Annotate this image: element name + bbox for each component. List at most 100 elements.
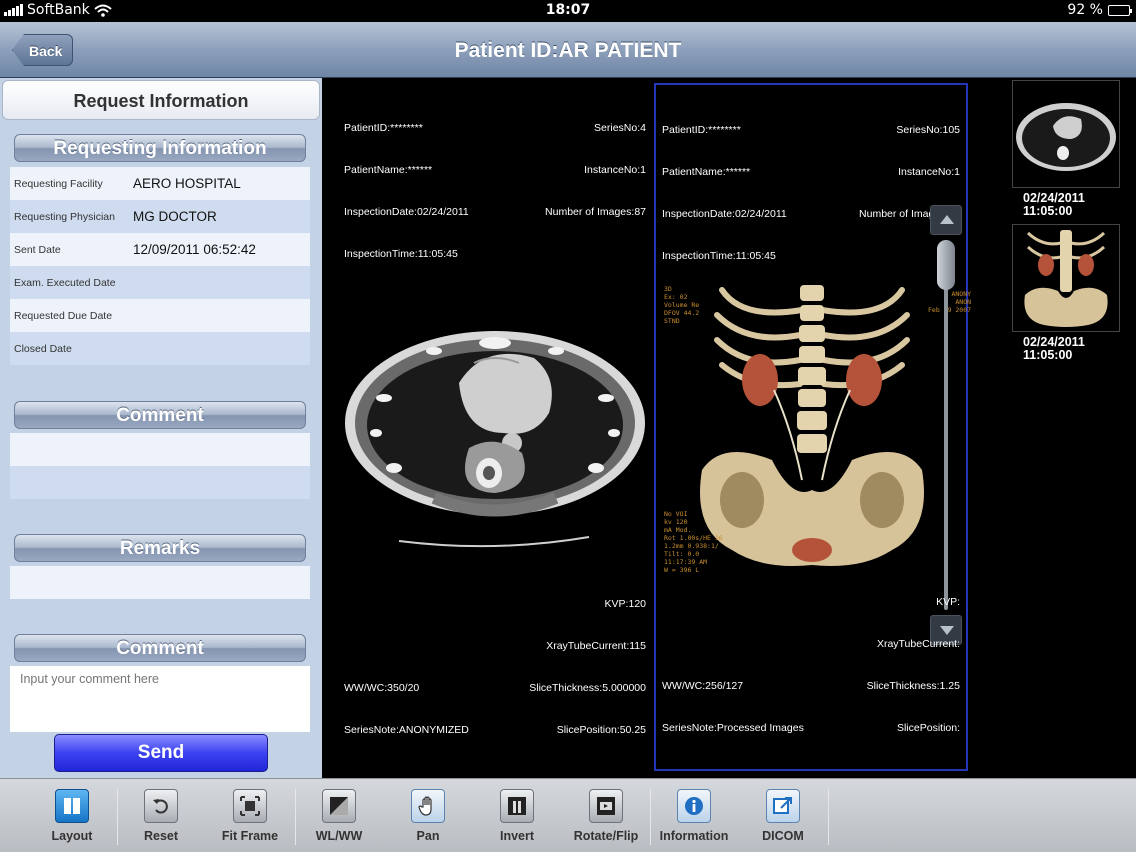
overlay-text: WW/WC:256/127 <box>662 680 744 692</box>
overlay-text: InstanceNo:1 <box>898 166 960 178</box>
info-label: Requesting Physician <box>14 210 115 223</box>
rotate-flip-button[interactable]: Rotate/Flip <box>562 787 650 849</box>
overlay-text: InspectionDate:02/24/2011 <box>662 208 787 220</box>
pan-button[interactable]: Pan <box>384 787 472 849</box>
send-button[interactable]: Send <box>54 734 268 772</box>
overlay-text: Number of Images:87 <box>545 206 646 218</box>
overlay-text: XrayTubeCurrent:115 <box>546 640 646 652</box>
fit-frame-button[interactable]: Fit Frame <box>206 787 294 849</box>
dicom-button[interactable]: DICOM <box>739 787 827 849</box>
overlay-text: SlicePosition:50.25 <box>556 724 646 736</box>
overlay-text: KVP:120 <box>604 598 646 610</box>
tool-label: Reset <box>143 829 179 843</box>
info-value: AERO HOSPITAL <box>133 176 241 191</box>
invert-icon <box>500 789 534 823</box>
series-thumbnails: 02/24/2011 11:05:00 02/24/2011 11:05:00 <box>994 78 1136 778</box>
image-viewer-axial[interactable]: PatientID:******** PatientName:****** In… <box>338 83 652 771</box>
tool-label: Invert <box>499 829 535 843</box>
axial-ct-image <box>345 331 645 548</box>
overlay-bottom-right: KVP: XrayTubeCurrent: SliceThickness:1.2… <box>867 567 960 763</box>
series-thumbnail-volume[interactable] <box>1012 224 1120 332</box>
status-right: 92 % <box>1067 2 1132 18</box>
vr-annotation-top-left: 3D Ex: 02 Volume Re DFOV 44.2 STND <box>664 285 700 325</box>
comment-section-button[interactable]: Comment <box>14 401 306 429</box>
back-button[interactable]: Back <box>12 34 74 66</box>
vr-annotation-bottom-left: No VOI kv 120 mA Mod. Rot 1.00s/HE 16 1.… <box>664 510 723 574</box>
overlay-top-left: PatientID:******** PatientName:****** In… <box>344 93 469 289</box>
comment-input[interactable] <box>10 666 310 732</box>
vr-annotation-top-right: ANONY ANON Feb 19 2007 <box>928 290 972 314</box>
comment-input-section-button[interactable]: Comment <box>14 634 306 662</box>
tool-label: Rotate/Flip <box>573 829 639 843</box>
information-button[interactable]: Information <box>650 787 738 849</box>
comment-row-2 <box>10 466 310 499</box>
info-row-requesting-physician: Requesting Physician MG DOCTOR <box>10 200 310 233</box>
window-level-button[interactable]: WL/WW <box>295 787 383 849</box>
app-root: SoftBank 18:07 92 % Patient ID:AR PATIEN… <box>0 0 1136 852</box>
info-row-closed-date: Closed Date <box>10 332 310 365</box>
info-label: Exam. Executed Date <box>14 276 116 289</box>
reset-icon <box>144 789 178 823</box>
bottom-toolbar: Layout Reset Fit Frame WL/WW Pan Invert … <box>0 778 1136 852</box>
tool-label: WL/WW <box>315 829 363 843</box>
thumbnail-time: 11:05:00 <box>1023 204 1073 218</box>
window-level-icon <box>322 789 356 823</box>
tool-label: DICOM <box>762 829 804 843</box>
tool-label: Fit Frame <box>221 829 279 843</box>
info-label: Requested Due Date <box>14 309 113 322</box>
requesting-information-section-button[interactable]: Requesting Information <box>14 134 306 162</box>
tool-label: Layout <box>51 829 93 843</box>
thumbnail-timestamp: 02/24/2011 11:05:00 <box>1023 336 1085 362</box>
layout-icon <box>55 789 89 823</box>
remarks-section-button[interactable]: Remarks <box>14 534 306 562</box>
overlay-text: WW/WC:350/20 <box>344 682 420 694</box>
overlay-text: KVP: <box>936 596 960 608</box>
remarks-row <box>10 566 310 599</box>
request-information-panel: Request Information Requesting Informati… <box>0 78 322 778</box>
overlay-bottom-left: WW/WC:350/20 SeriesNote:ANONYMIZED <box>344 653 469 765</box>
comment-row-1 <box>10 433 310 466</box>
overlay-text: SliceThickness:5.000000 <box>529 682 646 694</box>
overlay-text: InstanceNo:1 <box>584 164 646 176</box>
invert-button[interactable]: Invert <box>473 787 561 849</box>
battery-icon <box>1108 4 1132 16</box>
axial-thumbnail-image <box>1013 81 1119 187</box>
overlay-top-right: SeriesNo:4 InstanceNo:1 Number of Images… <box>545 93 646 247</box>
overlay-text: SeriesNo:4 <box>594 122 646 134</box>
page-title: Patient ID:AR PATIENT <box>454 39 682 62</box>
series-thumbnail-axial[interactable] <box>1012 80 1120 188</box>
image-scrollbar-thumb[interactable] <box>937 240 955 290</box>
status-bar: SoftBank 18:07 92 % <box>0 0 1136 22</box>
panel-header: Request Information <box>2 80 320 120</box>
layout-button[interactable]: Layout <box>28 787 116 849</box>
overlay-text: SeriesNote:ANONYMIZED <box>344 724 469 736</box>
fit-frame-icon <box>233 789 267 823</box>
overlay-top-left: PatientID:******** PatientName:****** In… <box>662 95 787 291</box>
tool-label: Information <box>659 829 729 843</box>
toolbar-separator <box>828 789 829 845</box>
dicom-icon <box>766 789 800 823</box>
info-row-exam-executed-date: Exam. Executed Date <box>10 266 310 299</box>
navigation-bar: Patient ID:AR PATIENT Back <box>0 22 1136 78</box>
image-scrollbar-track[interactable] <box>944 240 948 610</box>
overlay-text: XrayTubeCurrent: <box>876 638 960 650</box>
thumbnail-timestamp: 02/24/2011 11:05:00 <box>1023 192 1085 218</box>
info-value: 12/09/2011 06:52:42 <box>133 242 256 257</box>
overlay-text: PatientName:****** <box>662 166 751 178</box>
tool-label: Pan <box>416 829 440 843</box>
overlay-text: SliceThickness:1.25 <box>866 680 960 692</box>
scroll-up-button[interactable] <box>930 205 962 235</box>
overlay-text: SeriesNote:Processed Images <box>662 722 804 734</box>
image-viewer-volume-render[interactable]: PatientID:******** PatientName:****** In… <box>654 83 972 771</box>
battery-percent: 92 % <box>1067 2 1103 18</box>
overlay-text: PatientID:******** <box>662 124 741 136</box>
info-label: Sent Date <box>14 243 61 256</box>
reset-button[interactable]: Reset <box>117 787 205 849</box>
overlay-text: SeriesNo:105 <box>896 124 960 136</box>
overlay-text: PatientID:******** <box>344 122 423 134</box>
information-icon <box>677 789 711 823</box>
volume-thumbnail-image <box>1013 225 1119 331</box>
overlay-bottom-right: KVP:120 XrayTubeCurrent:115 SliceThickne… <box>529 569 646 765</box>
info-row-requested-due-date: Requested Due Date <box>10 299 310 332</box>
thumbnail-time: 11:05:00 <box>1023 348 1073 362</box>
